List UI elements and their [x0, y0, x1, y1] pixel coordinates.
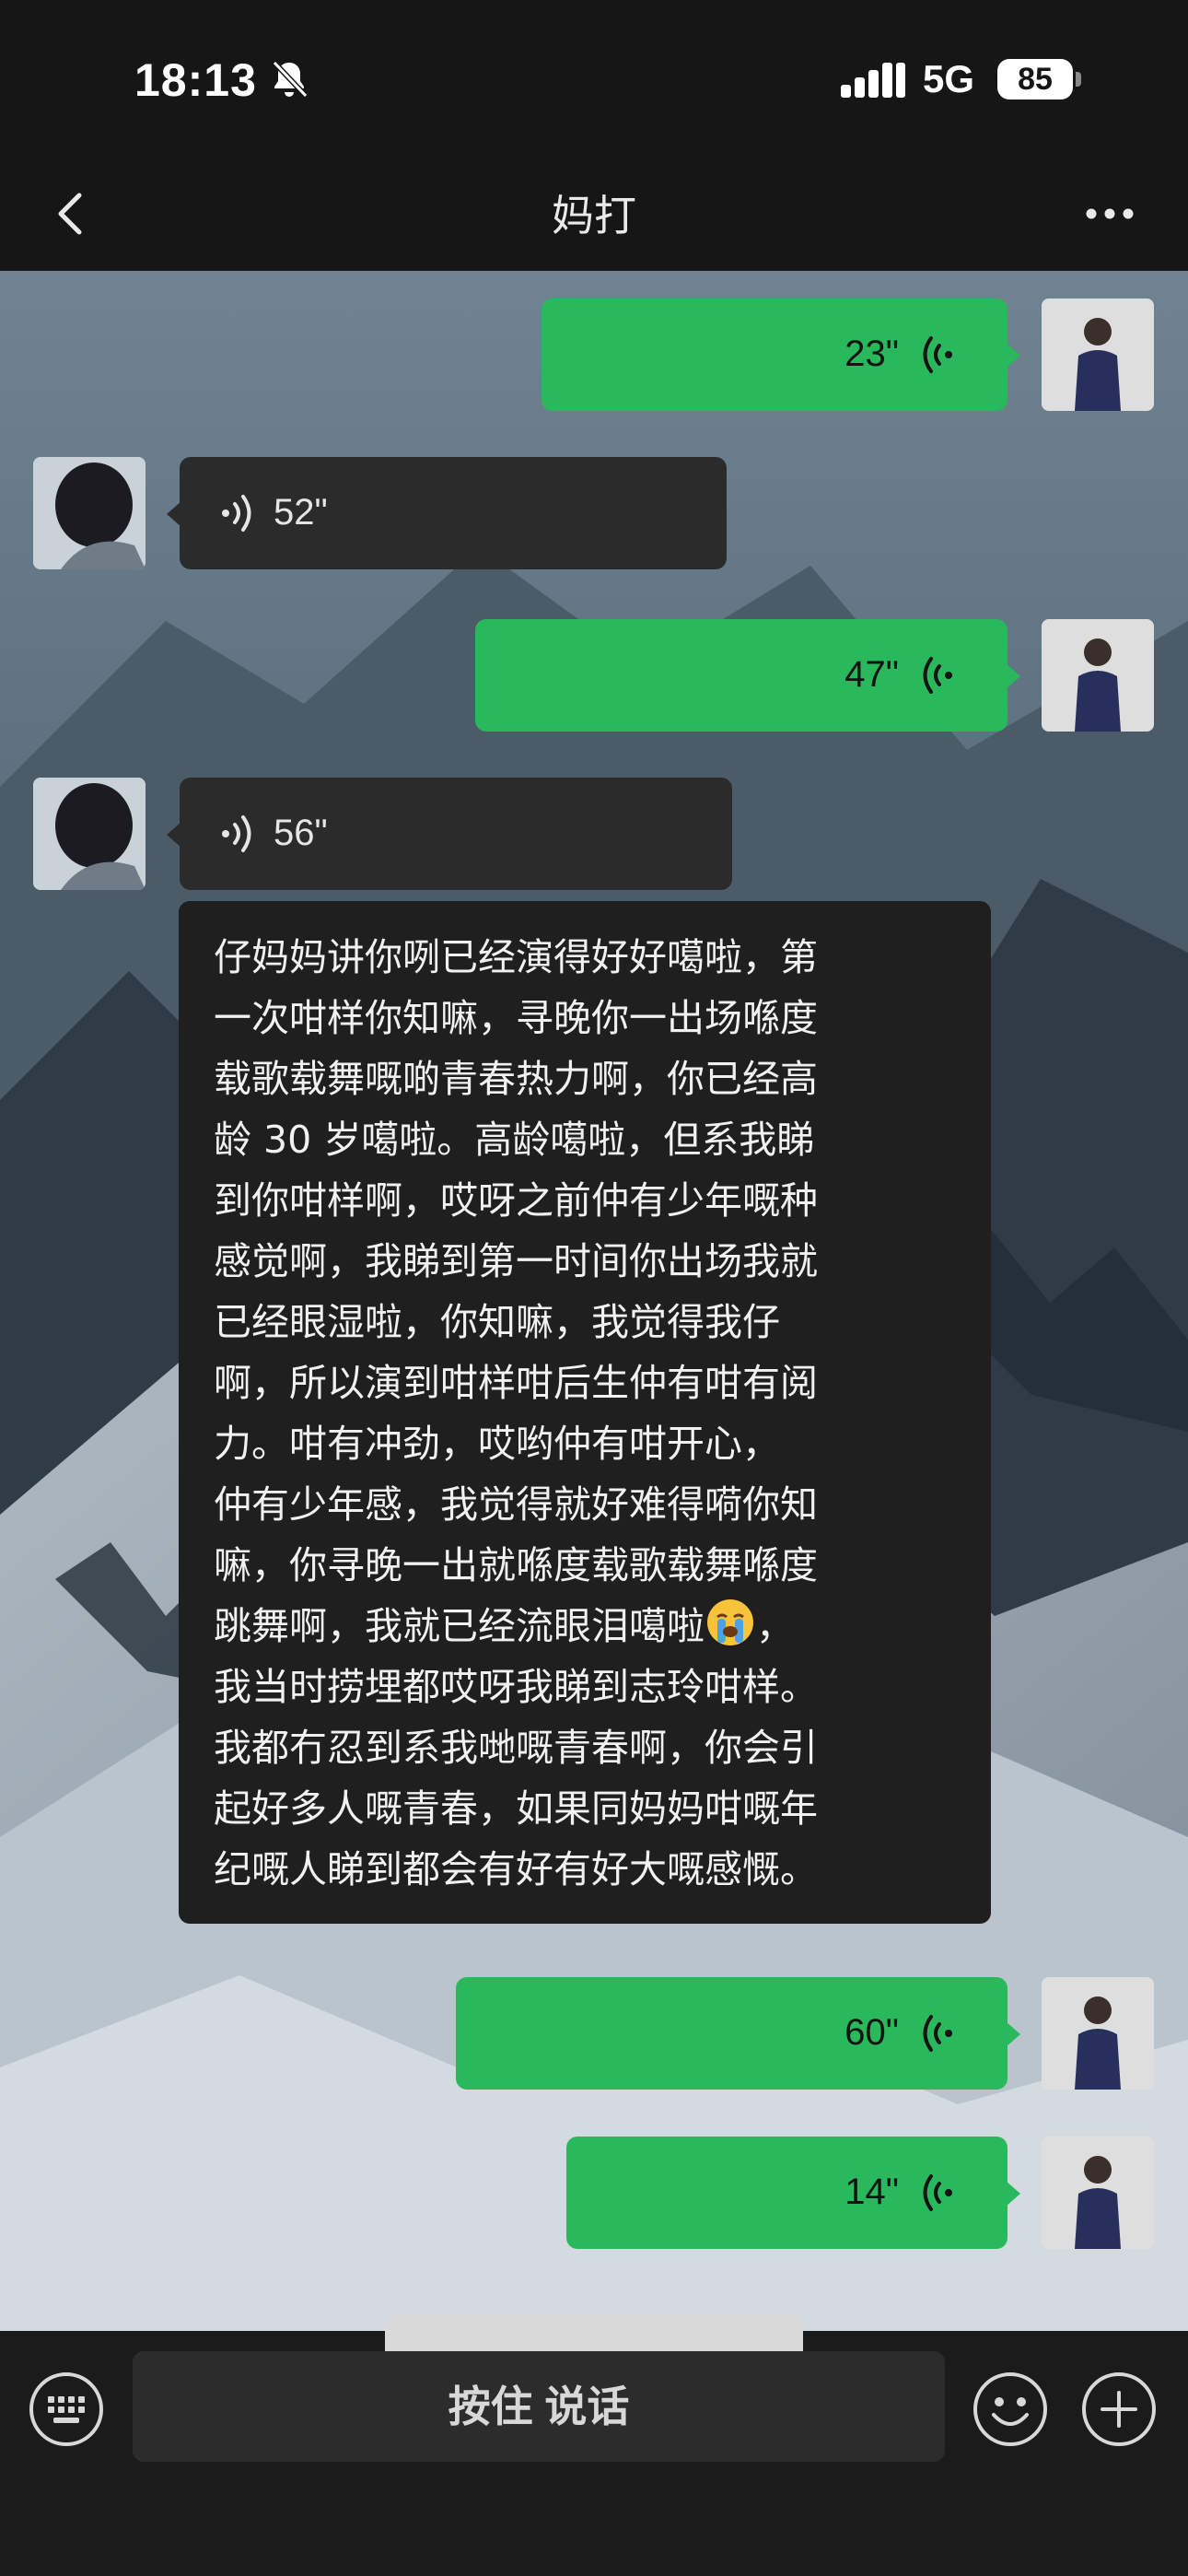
voice-duration: 23" [844, 334, 899, 374]
battery-icon: 85 [997, 59, 1081, 100]
transcript-line: 载歌载舞嘅啲青春热力啊，你已经高 [214, 1057, 818, 1101]
hold-to-talk-button[interactable]: 按住 说话 [133, 2351, 945, 2462]
voice-wave-icon [923, 336, 952, 373]
transcript-line: 到你咁样啊，哎呀之前仲有少年嘅种 [214, 1178, 818, 1223]
more-options-icon[interactable] [1068, 177, 1151, 251]
voice-message-bubble[interactable]: 23" [542, 299, 1020, 411]
my-avatar[interactable] [1042, 1977, 1154, 2090]
chat-title: 妈打 [552, 192, 636, 240]
transcript-line: 我当时捞埋都哎呀我睇到志玲咁样。 [214, 1665, 818, 1709]
voice-duration: 52" [274, 492, 328, 533]
battery-tip [1076, 72, 1081, 87]
chat-area[interactable]: 23" 52" 47" 56" 仔妈妈讲你咧已经演得好好噶啦，第 一次咁样你知嘛… [0, 271, 1188, 2331]
voice-duration: 47" [844, 654, 899, 695]
crying-face-icon [707, 1599, 753, 1645]
transcript-line: 一次咁样你知嘛，寻晚你一出场喺度 [214, 996, 818, 1040]
voice-wave-icon [923, 2174, 952, 2211]
voice-message-bubble[interactable]: 14" [566, 2137, 1020, 2249]
voice-message-bubble[interactable]: 56" [167, 778, 732, 890]
transcript-line: 已经眼湿啦，你知嘛，我觉得我仔 [214, 1300, 780, 1344]
transcript-line: 嘛，你寻晚一出就喺度载歌载舞喺度 [214, 1543, 818, 1587]
my-avatar[interactable] [1042, 299, 1154, 411]
emoji-icon[interactable] [972, 2371, 1049, 2448]
floating-tab-chip[interactable] [385, 2314, 803, 2351]
nav-bar: 妈打 [0, 157, 1188, 271]
transcript-line: 龄 30 岁噶啦。高龄噶啦，但系我睇 [214, 1118, 815, 1162]
status-bar: 18:13 5G 85 [0, 0, 1188, 157]
keyboard-icon[interactable] [28, 2371, 105, 2448]
transcript-text: 跳舞啊，我就已经流眼泪噶啦 [214, 1604, 705, 1648]
status-time: 18:13 [134, 54, 257, 106]
plus-icon[interactable] [1080, 2371, 1158, 2448]
voice-duration: 60" [844, 2012, 899, 2053]
voice-message-bubble[interactable]: 60" [456, 1977, 1020, 2090]
transcript-line: 啊，所以演到咁样咁后生仲有咁有阅 [214, 1361, 818, 1405]
transcript-line: 起好多人嘅青春，如果同妈妈咁嘅年 [214, 1786, 818, 1831]
transcript-line: 跳舞啊，我就已经流眼泪噶啦 ， [214, 1596, 956, 1657]
voice-wave-icon [923, 2015, 952, 2052]
transcript-line: 纪嘅人睇到都会有好有好大嘅感慨。 [214, 1847, 818, 1891]
signal-icon [841, 63, 905, 98]
my-avatar[interactable] [1042, 619, 1154, 732]
transcript-line: 我都冇忍到系我哋嘅青春啊，你会引 [214, 1726, 818, 1770]
voice-wave-icon [222, 495, 251, 532]
network-type: 5G [923, 57, 975, 100]
transcript-line: 仔妈妈讲你咧已经演得好好噶啦，第 [214, 935, 818, 979]
voice-duration: 14" [844, 2172, 899, 2212]
voice-transcript[interactable]: 仔妈妈讲你咧已经演得好好噶啦，第 一次咁样你知嘛，寻晚你一出场喺度 载歌载舞嘅啲… [179, 901, 991, 1924]
contact-avatar[interactable] [33, 778, 146, 890]
voice-wave-icon [222, 815, 251, 852]
contact-avatar[interactable] [33, 457, 146, 569]
transcript-line: 力。咁有冲劲，哎哟仲有咁开心， [214, 1422, 780, 1466]
my-avatar[interactable] [1042, 2137, 1154, 2249]
transcript-line: 仲有少年感，我觉得就好难得嗬你知 [214, 1482, 818, 1527]
bell-muted-icon [272, 60, 309, 99]
voice-message-bubble[interactable]: 52" [167, 457, 727, 569]
transcript-text: ， [756, 1604, 794, 1648]
transcript-line: 感觉啊，我睇到第一时间你出场我就 [214, 1239, 818, 1283]
battery-level: 85 [997, 59, 1073, 100]
voice-duration: 56" [274, 813, 328, 853]
voice-wave-icon [923, 657, 952, 694]
voice-message-bubble[interactable]: 47" [475, 619, 1020, 732]
